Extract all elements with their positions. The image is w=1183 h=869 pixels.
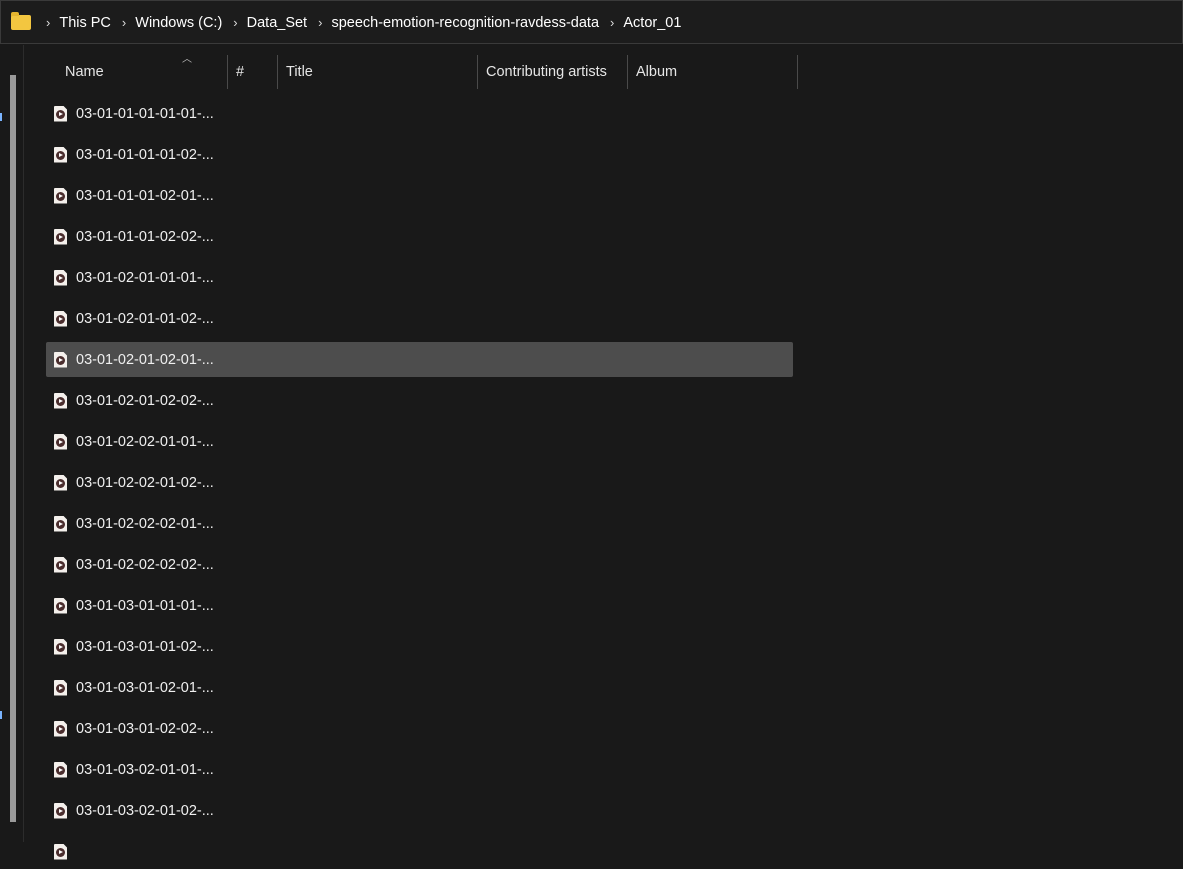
audio-file-icon bbox=[54, 720, 67, 737]
column-album[interactable]: Album bbox=[628, 55, 798, 89]
audio-file-icon bbox=[54, 679, 67, 696]
file-row[interactable]: 03-01-02-02-01-02-... bbox=[46, 465, 793, 500]
file-row[interactable]: 03-01-01-01-01-01-... bbox=[46, 96, 793, 131]
file-row[interactable]: 03-01-03-01-02-01-... bbox=[46, 670, 793, 705]
column-number[interactable]: # bbox=[228, 55, 278, 89]
audio-file-icon bbox=[54, 556, 67, 573]
audio-file-icon bbox=[54, 269, 67, 286]
audio-file-icon bbox=[54, 351, 67, 368]
file-row[interactable]: 03-01-03-01-01-02-... bbox=[46, 629, 793, 664]
file-name: 03-01-02-01-02-02-... bbox=[76, 392, 214, 409]
file-row[interactable]: 03-01-03-01-01-01-... bbox=[46, 588, 793, 623]
file-row[interactable]: 03-01-02-01-02-02-... bbox=[46, 383, 793, 418]
file-name: 03-01-02-02-02-01-... bbox=[76, 515, 214, 532]
vertical-scrollbar[interactable] bbox=[10, 75, 16, 822]
file-name: 03-01-01-01-02-01-... bbox=[76, 187, 214, 204]
audio-file-icon bbox=[54, 802, 67, 819]
file-row[interactable] bbox=[46, 834, 793, 869]
chevron-right-icon[interactable]: › bbox=[610, 15, 614, 30]
audio-file-icon bbox=[54, 843, 67, 860]
file-row[interactable]: 03-01-02-01-01-02-... bbox=[46, 301, 793, 336]
file-row[interactable]: 03-01-01-01-01-02-... bbox=[46, 137, 793, 172]
file-name: 03-01-03-02-01-01-... bbox=[76, 761, 214, 778]
file-name: 03-01-01-01-02-02-... bbox=[76, 228, 214, 245]
file-name: 03-01-02-01-01-02-... bbox=[76, 310, 214, 327]
file-name: 03-01-03-01-01-02-... bbox=[76, 638, 214, 655]
file-name: 03-01-01-01-01-02-... bbox=[76, 146, 214, 163]
audio-file-icon bbox=[54, 310, 67, 327]
audio-file-icon bbox=[54, 515, 67, 532]
audio-file-icon bbox=[54, 392, 67, 409]
chevron-right-icon[interactable]: › bbox=[122, 15, 126, 30]
file-row[interactable]: 03-01-02-01-01-01-... bbox=[46, 260, 793, 295]
audio-file-icon bbox=[54, 474, 67, 491]
address-bar[interactable]: › This PC › Windows (C:) › Data_Set › speech-em… bbox=[0, 0, 1183, 44]
column-name[interactable]: Name bbox=[46, 55, 228, 89]
breadcrumb: › This PC › Windows (C:) › Data_Set › speech-em… bbox=[35, 14, 681, 31]
chevron-right-icon[interactable]: › bbox=[46, 15, 50, 30]
file-row[interactable]: 03-01-03-02-01-01-... bbox=[46, 752, 793, 787]
audio-file-icon bbox=[54, 597, 67, 614]
audio-file-icon bbox=[54, 146, 67, 163]
audio-file-icon bbox=[54, 228, 67, 245]
file-row[interactable]: 03-01-03-02-01-02-... bbox=[46, 793, 793, 828]
file-row[interactable]: 03-01-01-01-02-01-... bbox=[46, 178, 793, 213]
file-row[interactable]: 03-01-03-01-02-02-... bbox=[46, 711, 793, 746]
file-name: 03-01-02-01-02-01-... bbox=[76, 351, 214, 368]
file-row[interactable]: 03-01-02-02-01-01-... bbox=[46, 424, 793, 459]
audio-file-icon bbox=[54, 761, 67, 778]
column-contributing-artists[interactable]: Contributing artists bbox=[478, 55, 628, 89]
file-name: 03-01-02-02-02-02-... bbox=[76, 556, 214, 573]
file-name: 03-01-01-01-01-01-... bbox=[76, 105, 214, 122]
breadcrumb-item[interactable]: Data_Set bbox=[247, 15, 307, 31]
file-name: 03-01-02-02-01-01-... bbox=[76, 433, 214, 450]
chevron-right-icon[interactable]: › bbox=[318, 15, 322, 30]
nav-marker bbox=[0, 711, 2, 719]
file-name: 03-01-03-01-02-01-... bbox=[76, 679, 214, 696]
breadcrumb-item[interactable]: This PC bbox=[59, 15, 111, 31]
file-name: 03-01-03-01-02-02-... bbox=[76, 720, 214, 737]
file-row[interactable]: 03-01-02-02-02-02-... bbox=[46, 547, 793, 582]
audio-file-icon bbox=[54, 187, 67, 204]
file-name: 03-01-03-02-01-02-... bbox=[76, 802, 214, 819]
audio-file-icon bbox=[54, 638, 67, 655]
breadcrumb-item[interactable]: speech-emotion-recognition-ravdess-data bbox=[331, 15, 599, 31]
breadcrumb-item[interactable]: Windows (C:) bbox=[135, 15, 222, 31]
file-row[interactable]: 03-01-01-01-02-02-... bbox=[46, 219, 793, 254]
folder-icon bbox=[11, 11, 31, 30]
nav-marker bbox=[0, 113, 2, 121]
file-row[interactable]: 03-01-02-01-02-01-... bbox=[46, 342, 793, 377]
file-name: 03-01-02-02-01-02-... bbox=[76, 474, 214, 491]
column-header: ︿ Name # Title Contributing artists Albu… bbox=[46, 54, 798, 89]
audio-file-icon bbox=[54, 105, 67, 122]
column-title[interactable]: Title bbox=[278, 55, 478, 89]
audio-file-icon bbox=[54, 433, 67, 450]
file-name: 03-01-02-01-01-01-... bbox=[76, 269, 214, 286]
breadcrumb-item[interactable]: Actor_01 bbox=[623, 15, 681, 31]
file-row[interactable]: 03-01-02-02-02-01-... bbox=[46, 506, 793, 541]
chevron-right-icon[interactable]: › bbox=[233, 15, 237, 30]
file-name: 03-01-03-01-01-01-... bbox=[76, 597, 214, 614]
